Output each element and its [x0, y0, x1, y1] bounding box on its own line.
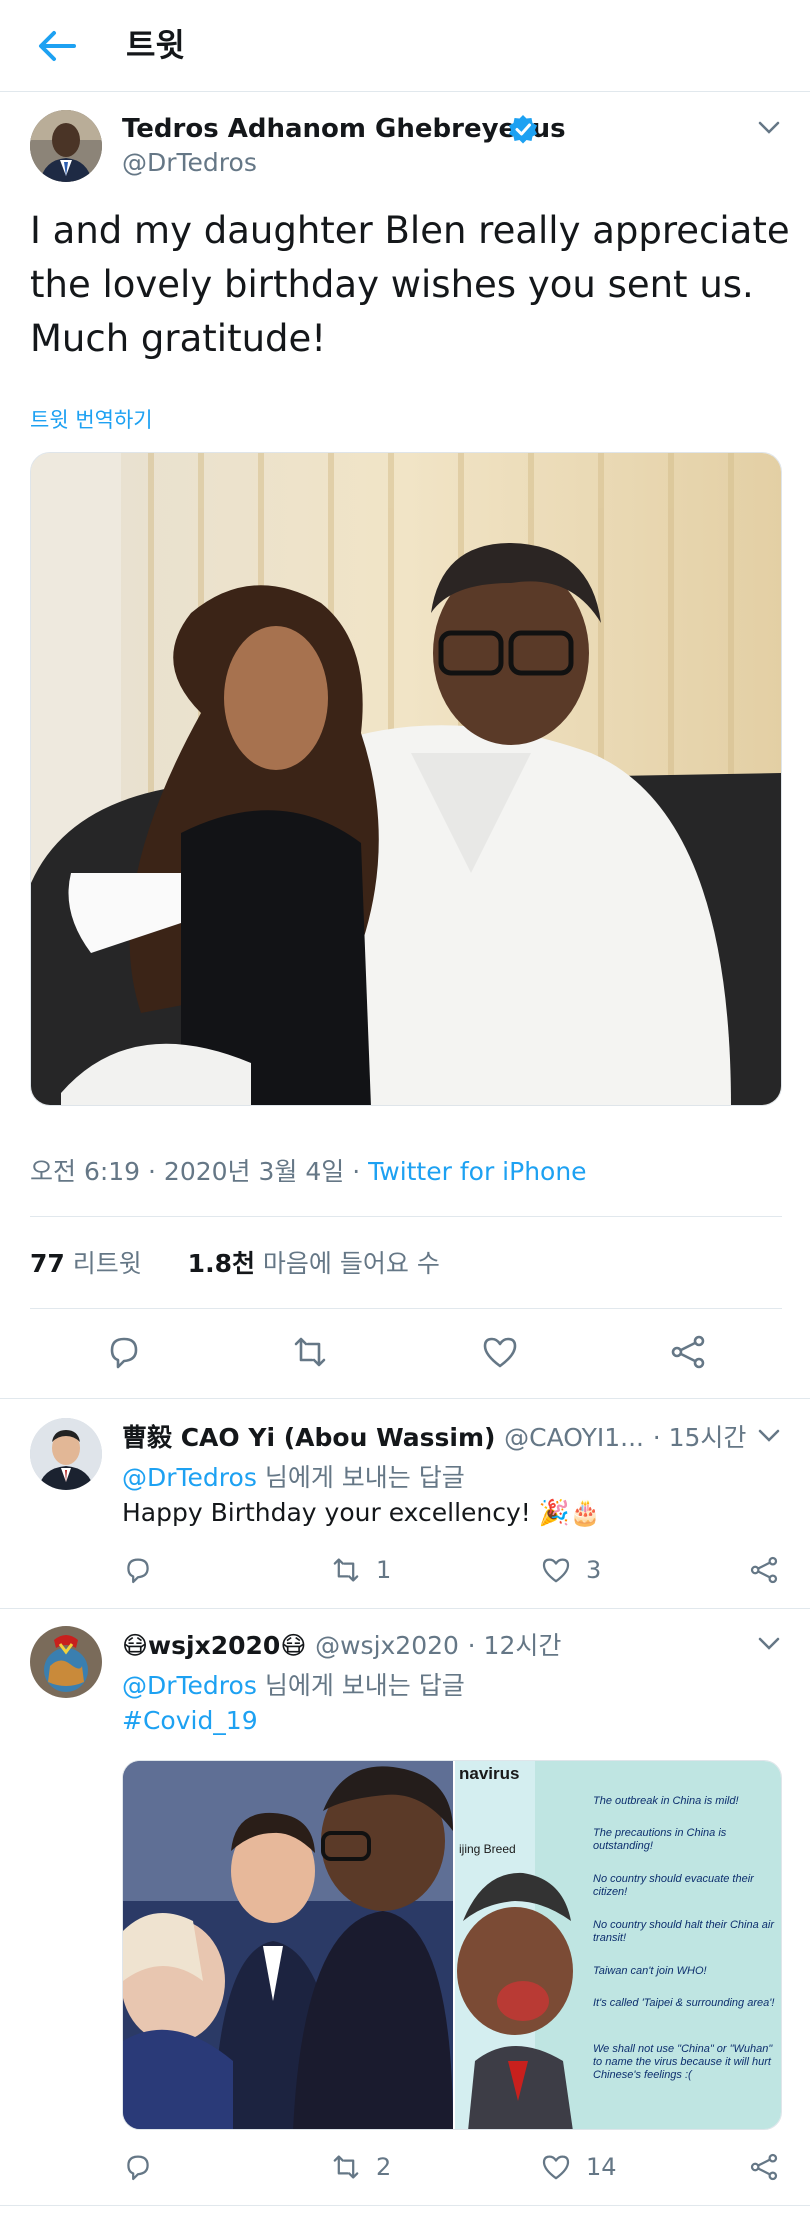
- retweet-action[interactable]: 1: [330, 1553, 391, 1587]
- hashtag-link[interactable]: #Covid_19: [122, 1706, 258, 1735]
- reply-author[interactable]: 曹毅 CAO Yi (Abou Wassim) @CAOYI1... · 15시…: [122, 1418, 746, 1454]
- retweet-count: 1: [376, 1556, 392, 1584]
- like-action[interactable]: 14: [540, 2150, 617, 2184]
- reply-author-handle[interactable]: @CAOYI1...: [504, 1423, 644, 1452]
- section-divider: [0, 1398, 810, 1399]
- like-icon[interactable]: [480, 1332, 520, 1372]
- avatar[interactable]: [30, 110, 102, 182]
- retweet-icon: [333, 2155, 359, 2179]
- avatar[interactable]: [30, 1418, 102, 1490]
- tweet-timestamp[interactable]: 오전 6:19 · 2020년 3월 4일 · Twitter for iPho…: [30, 1152, 587, 1188]
- tweet-text: I and my daughter Blen really appreciate…: [30, 209, 790, 360]
- share-icon[interactable]: [748, 2150, 780, 2184]
- reply-to-suffix: 님에게 보내는 답글: [264, 1671, 465, 1700]
- reply-media-image[interactable]: navirus ijing Breed The outbreak in Chin…: [122, 1760, 782, 2130]
- retweet-icon[interactable]: [290, 1332, 330, 1372]
- retweet-count[interactable]: 77: [30, 1249, 65, 1278]
- cartoon-bullet: The outbreak in China is mild!: [593, 1795, 739, 1807]
- cartoon-bullet: No country should halt their China air t…: [593, 1919, 774, 1944]
- reply-author[interactable]: 😷wsjx2020😷 @wsjx2020 · 12시간: [122, 1626, 561, 1662]
- like-icon: [542, 2155, 570, 2180]
- avatar[interactable]: [30, 1626, 102, 1698]
- tweet-source-link[interactable]: Twitter for iPhone: [368, 1157, 586, 1186]
- cartoon-bullet: The precautions in China is outstanding!: [593, 1827, 727, 1852]
- reply-time: · 15시간: [652, 1423, 747, 1452]
- reply-context: @DrTedros 님에게 보내는 답글: [122, 1666, 465, 1702]
- retweet-count: 2: [376, 2153, 392, 2181]
- cartoon-label: ijing Breed: [459, 1842, 516, 1856]
- timestamp-text: 오전 6:19 · 2020년 3월 4일 ·: [30, 1157, 361, 1186]
- retweet-action[interactable]: 2: [330, 2150, 391, 2184]
- page-title: 트윗: [126, 26, 185, 64]
- chevron-down-icon[interactable]: [758, 1428, 780, 1442]
- verified-badge-icon: [508, 114, 538, 144]
- cartoon-bullet: Taiwan can't join WHO!: [593, 1965, 707, 1977]
- reply-icon[interactable]: [122, 2150, 154, 2184]
- divider: [30, 1308, 782, 1309]
- reply-author-name[interactable]: 曹毅 CAO Yi (Abou Wassim): [122, 1423, 495, 1452]
- reply-to-handle[interactable]: @DrTedros: [122, 1671, 257, 1700]
- reply-icon[interactable]: [104, 1332, 144, 1372]
- share-icon[interactable]: [748, 1553, 780, 1587]
- share-icon[interactable]: [668, 1332, 708, 1372]
- reply-time: · 12시간: [467, 1631, 562, 1660]
- section-divider: [0, 2205, 810, 2206]
- retweet-label[interactable]: 리트윗: [73, 1249, 142, 1278]
- chevron-down-icon[interactable]: [758, 120, 780, 134]
- section-divider: [0, 1608, 810, 1609]
- like-count: 14: [586, 2153, 617, 2181]
- chevron-down-icon[interactable]: [758, 1636, 780, 1650]
- tweet-stats: 77 리트윗 1.8천 마음에 들어요 수: [30, 1244, 440, 1280]
- reply-text: Happy Birthday your excellency! 🎉🎂: [122, 1498, 602, 1527]
- tweet-photo[interactable]: [30, 452, 782, 1106]
- author-handle[interactable]: @DrTedros: [122, 148, 257, 177]
- cartoon-bullet: We shall not use "China" or "Wuhan" to n…: [593, 2043, 773, 2081]
- top-bar: 트윗: [0, 0, 810, 92]
- like-count[interactable]: 1.8천: [188, 1249, 255, 1278]
- like-icon: [542, 1558, 570, 1583]
- reply-author-handle[interactable]: @wsjx2020: [315, 1631, 459, 1660]
- cartoon-title: navirus: [459, 1764, 520, 1783]
- author-name[interactable]: Tedros Adhanom Ghebreyesus: [122, 114, 566, 144]
- reply-to-handle[interactable]: @DrTedros: [122, 1463, 257, 1492]
- reply-context: @DrTedros 님에게 보내는 답글: [122, 1458, 465, 1494]
- like-action[interactable]: 3: [540, 1553, 601, 1587]
- translate-link[interactable]: 트윗 번역하기: [30, 404, 153, 434]
- like-label[interactable]: 마음에 들어요 수: [263, 1249, 440, 1278]
- reply-to-suffix: 님에게 보내는 답글: [264, 1463, 465, 1492]
- back-arrow-icon[interactable]: [36, 28, 76, 64]
- reply-author-name[interactable]: 😷wsjx2020😷: [122, 1631, 306, 1660]
- like-count: 3: [586, 1556, 602, 1584]
- reply-icon[interactable]: [122, 1553, 154, 1587]
- divider: [30, 1216, 782, 1217]
- cartoon-bullet: No country should evacuate their citizen…: [593, 1873, 754, 1898]
- cartoon-bullet: It's called 'Taipei & surrounding area'!: [593, 1997, 775, 2009]
- retweet-icon: [333, 1558, 359, 1582]
